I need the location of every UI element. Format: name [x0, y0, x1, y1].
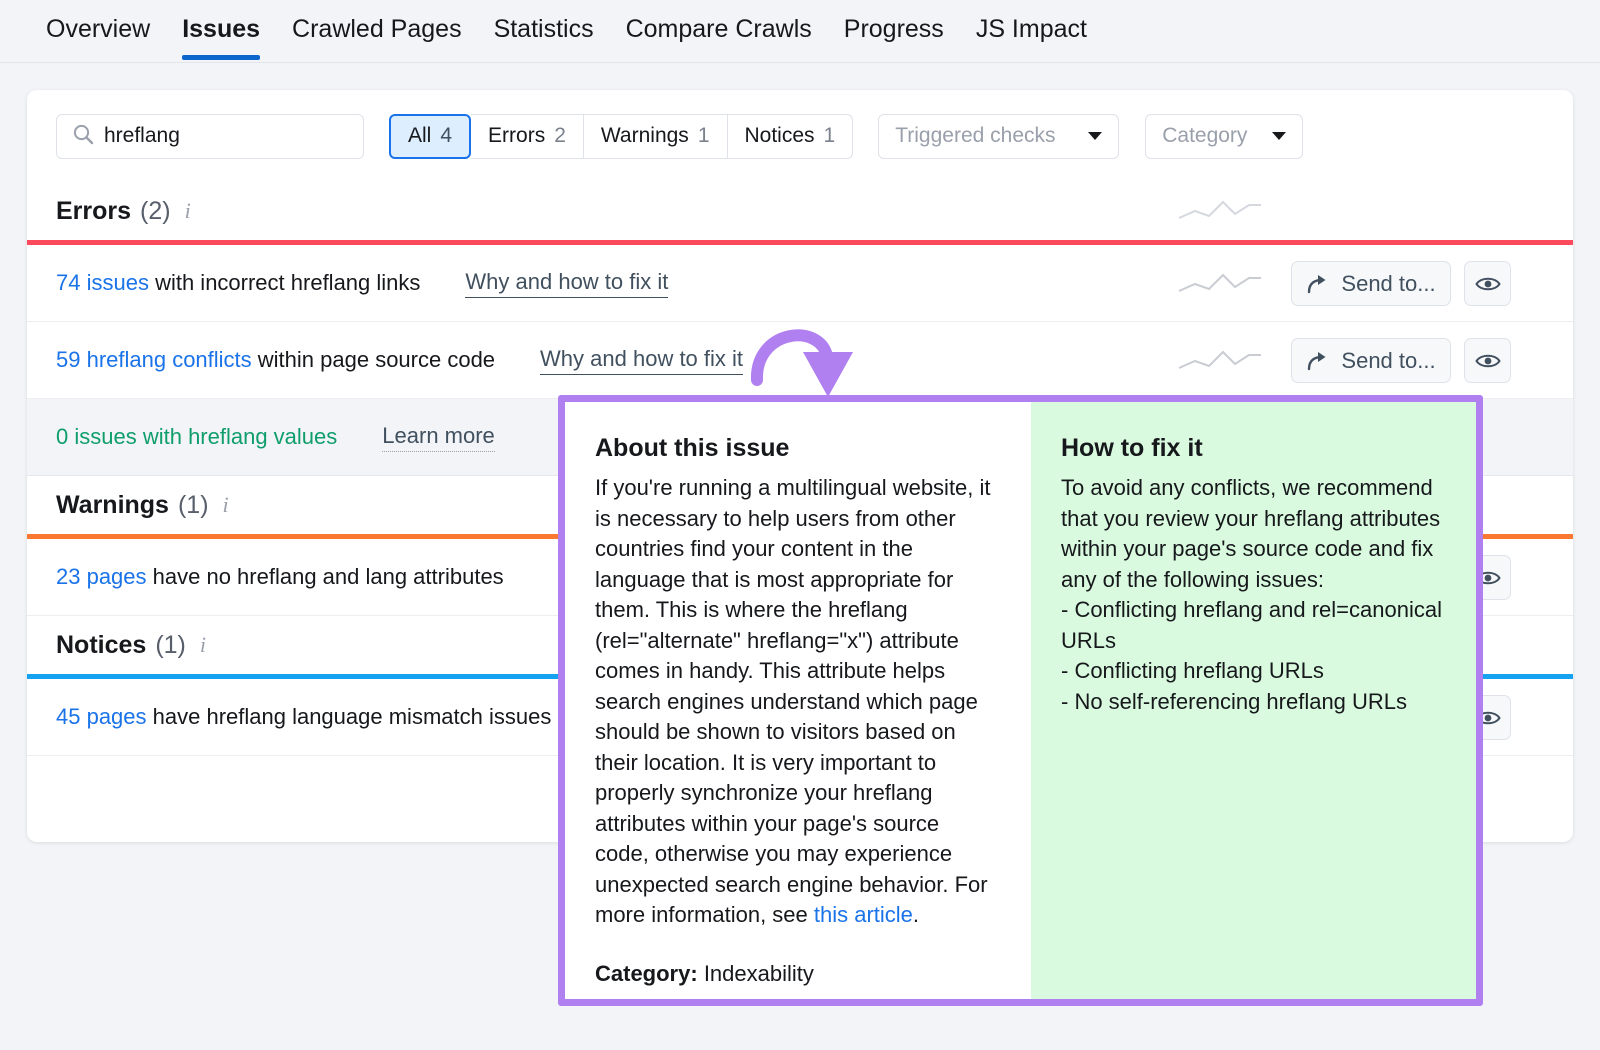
chevron-down-icon — [1272, 132, 1287, 140]
filter-label: Errors — [488, 124, 546, 147]
issue-help-popup: About this issue If you're running a mul… — [558, 395, 1483, 1006]
filter-count: 1 — [697, 124, 710, 147]
tab-statistics[interactable]: Statistics — [478, 0, 610, 60]
filter-errors[interactable]: Errors 2 — [471, 113, 584, 159]
section-count: (1) — [177, 490, 209, 519]
toggle-visibility-button[interactable] — [1464, 261, 1511, 306]
search-field[interactable]: ✕ — [56, 113, 407, 159]
section-title: Warnings — [56, 490, 169, 519]
about-body-text: If you're running a multilingual website… — [595, 475, 991, 927]
issue-rest: with hreflang values — [136, 424, 338, 449]
issue-count-link: 0 issues — [56, 424, 137, 449]
issue-count-link[interactable]: 45 pages — [56, 704, 147, 729]
category-line: Category: Indexability — [595, 961, 997, 987]
info-icon[interactable]: i — [185, 198, 191, 224]
search-input[interactable] — [104, 124, 375, 148]
issue-count-link[interactable]: 23 pages — [56, 564, 147, 589]
eye-icon — [1474, 354, 1501, 367]
section-header-errors: Errors (2) i — [27, 182, 1573, 240]
filter-label: All — [408, 124, 432, 147]
filter-warnings[interactable]: Warnings 1 — [583, 113, 728, 159]
category-dropdown[interactable]: Category — [1145, 113, 1304, 159]
issue-count-link[interactable]: 59 hreflang conflicts — [56, 347, 252, 372]
filter-count: 4 — [440, 124, 453, 147]
annotation-arrow — [745, 300, 865, 405]
issue-text: 0 issues with hreflang values — [56, 424, 337, 450]
about-body-tail: . — [912, 902, 920, 927]
tab-label: Statistics — [493, 15, 594, 43]
about-heading: About this issue — [595, 434, 790, 462]
tab-label: Overview — [46, 15, 151, 43]
share-arrow-icon — [1308, 351, 1326, 370]
about-this-issue-pane: About this issue If you're running a mul… — [565, 402, 1031, 999]
why-and-how-link[interactable]: Why and how to fix it — [540, 346, 744, 375]
tab-label: JS Impact — [975, 15, 1087, 43]
send-to-label: Send to... — [1341, 347, 1436, 373]
section-title: Notices — [56, 630, 147, 659]
issue-text: 45 pages have hreflang language mismatch… — [56, 704, 551, 730]
category-value: Indexability — [703, 960, 814, 986]
section-count: (1) — [155, 630, 186, 659]
howto-bullet: - No self-referencing hreflang URLs — [1061, 688, 1408, 714]
eye-icon — [1474, 277, 1501, 290]
issue-rest: have no hreflang and lang attributes — [146, 564, 504, 589]
tab-compare-crawls[interactable]: Compare Crawls — [610, 0, 828, 60]
tab-label: Crawled Pages — [292, 15, 462, 43]
triggered-checks-dropdown[interactable]: Triggered checks — [878, 113, 1120, 159]
severity-filter-group: All 4 Errors 2 Warnings 1 Notices 1 — [389, 113, 854, 159]
how-to-fix-pane: How to fix it To avoid any conflicts, we… — [1031, 402, 1476, 999]
issue-rest: with incorrect hreflang links — [148, 270, 421, 295]
tab-label: Compare Crawls — [625, 15, 812, 43]
tab-overview[interactable]: Overview — [30, 0, 166, 60]
filter-toolbar: ✕ All 4 Errors 2 Warnings 1 Notices 1 Tr… — [27, 90, 1573, 182]
section-count: (2) — [140, 196, 171, 225]
tab-issues[interactable]: Issues — [166, 0, 276, 60]
share-arrow-icon — [1308, 274, 1326, 293]
filter-label: Warnings — [600, 124, 689, 147]
howto-heading: How to fix it — [1061, 434, 1203, 462]
info-icon[interactable]: i — [200, 632, 206, 658]
tab-crawled-pages[interactable]: Crawled Pages — [276, 0, 478, 60]
dropdown-label: Category — [1162, 124, 1248, 147]
filter-notices[interactable]: Notices 1 — [727, 113, 854, 159]
sparkline-icon — [1177, 267, 1263, 302]
info-icon[interactable]: i — [223, 492, 229, 518]
tab-js-impact[interactable]: JS Impact — [960, 0, 1103, 60]
send-to-button[interactable]: Send to... — [1291, 338, 1451, 383]
why-and-how-link[interactable]: Why and how to fix it — [465, 269, 669, 298]
issue-count-link[interactable]: 74 issues — [56, 270, 149, 295]
category-label: Category: — [595, 960, 698, 986]
tab-label: Issues — [182, 15, 261, 43]
curved-down-arrow-icon — [750, 329, 853, 397]
about-body: If you're running a multilingual website… — [595, 473, 997, 931]
search-icon — [72, 123, 94, 150]
issue-text: 74 issues with incorrect hreflang links — [56, 270, 420, 296]
sparkline-icon — [1177, 194, 1263, 229]
issue-text: 59 hreflang conflicts within page source… — [56, 347, 495, 373]
section-title: Errors — [56, 196, 132, 225]
learn-more-link[interactable]: Learn more — [382, 423, 495, 452]
filter-count: 2 — [554, 124, 566, 147]
chevron-down-icon — [1088, 132, 1103, 140]
sparkline-icon — [1177, 344, 1263, 379]
howto-bullet: - Conflicting hreflang and rel=canonical… — [1061, 597, 1442, 653]
issue-rest: have hreflang language mismatch issues — [146, 704, 552, 729]
howto-intro: To avoid any conflicts, we recommend tha… — [1061, 475, 1441, 592]
send-to-button[interactable]: Send to... — [1291, 261, 1451, 306]
howto-bullet: - Conflicting hreflang URLs — [1061, 658, 1324, 683]
main-tabbar: Overview Issues Crawled Pages Statistics… — [0, 0, 1600, 63]
issue-text: 23 pages have no hreflang and lang attri… — [56, 564, 504, 590]
filter-label: Notices — [744, 124, 815, 147]
send-to-label: Send to... — [1341, 270, 1436, 296]
issue-rest: within page source code — [251, 347, 496, 372]
tab-progress[interactable]: Progress — [828, 0, 960, 60]
this-article-link[interactable]: this article — [814, 902, 913, 927]
filter-all[interactable]: All 4 — [389, 113, 472, 159]
tab-label: Progress — [843, 15, 944, 43]
toggle-visibility-button[interactable] — [1464, 338, 1511, 383]
filter-count: 1 — [823, 124, 836, 147]
dropdown-label: Triggered checks — [895, 124, 1056, 147]
